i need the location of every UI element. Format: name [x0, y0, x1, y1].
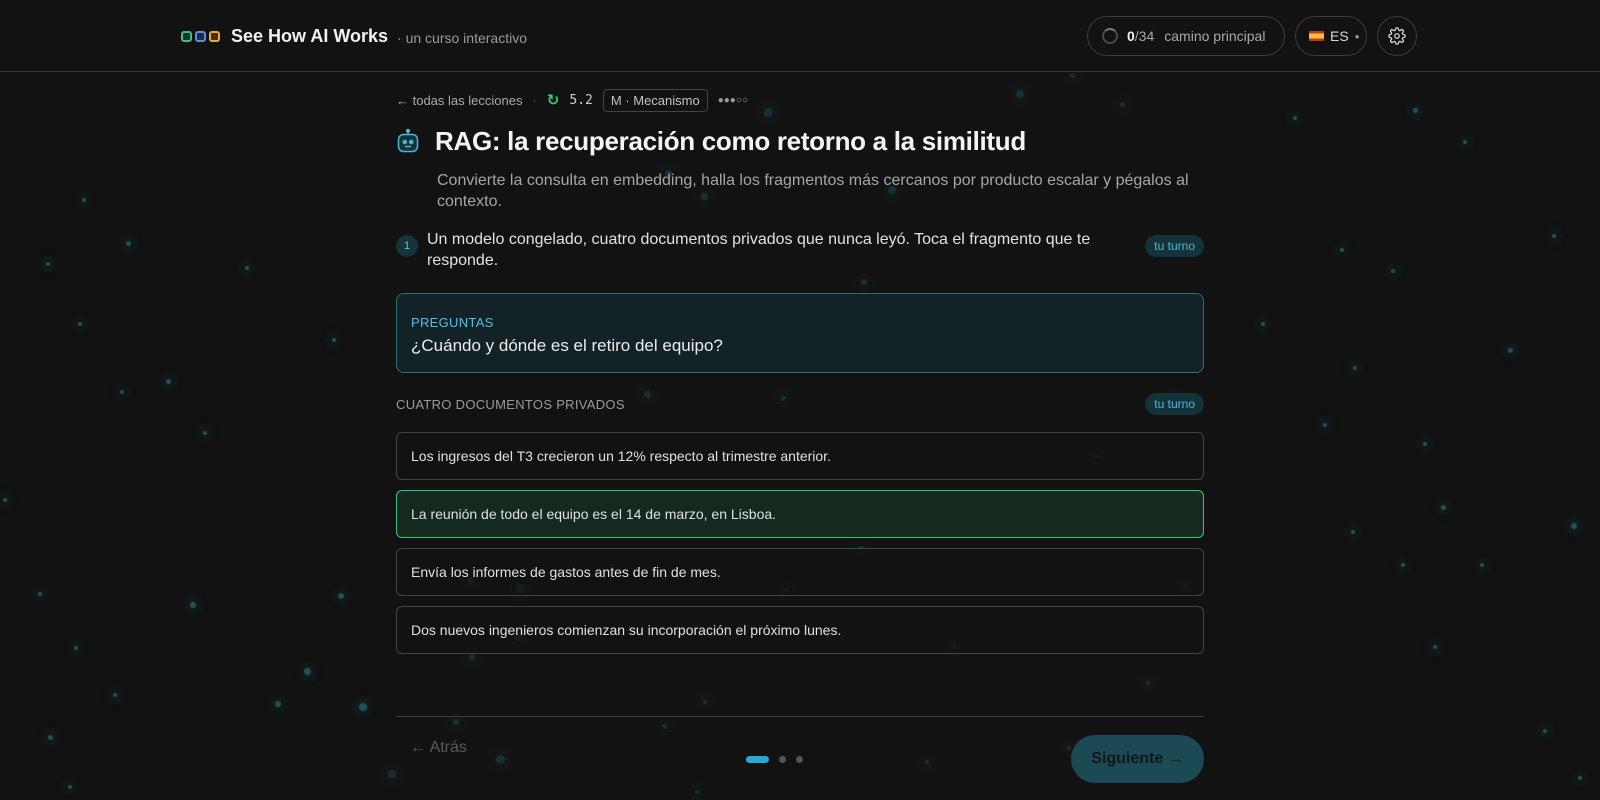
documents-turn-badge: tu turno [1145, 393, 1204, 415]
particle-dot [46, 262, 50, 266]
particle-dot [1440, 504, 1446, 510]
particle-dot [1543, 729, 1547, 733]
progress-pill[interactable]: 0 /34 camino principal [1087, 16, 1285, 56]
particle-dot [1391, 269, 1395, 273]
lesson-number: 5.2 [569, 92, 593, 108]
particle-dot [190, 602, 196, 608]
dropdown-dot-icon: ● [1354, 31, 1360, 41]
document-option[interactable]: Envía los informes de gastos antes de fi… [396, 548, 1204, 596]
language-selector[interactable]: ES ● [1295, 16, 1367, 56]
particle-dot [338, 593, 344, 599]
particle-dot [165, 378, 171, 384]
document-option-selected[interactable]: La reunión de todo el equipo es el 14 de… [396, 490, 1204, 538]
particle-dot [1507, 347, 1513, 353]
particle-dot [78, 322, 82, 326]
particle-dot [303, 667, 311, 675]
breadcrumb-separator: · [532, 92, 537, 108]
progress-total: /34 [1134, 28, 1155, 44]
particle-dot [113, 693, 117, 697]
settings-button[interactable] [1377, 16, 1417, 56]
back-button[interactable]: ← Atrás [410, 739, 467, 757]
your-turn-badge: tu turno [1145, 235, 1204, 257]
brand-dot-orange [209, 30, 220, 42]
particle-dot [47, 734, 53, 740]
particle-dot [203, 431, 207, 435]
progress-done: 0 [1127, 28, 1135, 44]
particle-dot [3, 498, 7, 502]
next-button[interactable]: Siguiente → [1071, 735, 1204, 783]
question-text: ¿Cuándo y dónde es el retiro del equipo? [411, 336, 723, 355]
brand-subtitle: · un curso interactivo [397, 29, 527, 46]
document-option[interactable]: Dos nuevos ingenieros comienzan su incor… [396, 606, 1204, 654]
particle-dot [1293, 116, 1297, 120]
particle-dot [1261, 322, 1265, 326]
documents-header: CUATRO DOCUMENTOS PRIVADOS tu turno [396, 392, 1204, 416]
particle-dot [1578, 776, 1582, 780]
step-pager [746, 756, 803, 763]
lesson-subtitle: Convierte la consulta en embedding, hall… [437, 172, 1189, 210]
progress-label: camino principal [1164, 28, 1266, 44]
document-option[interactable]: Los ingresos del T3 crecieron un 12% res… [396, 432, 1204, 480]
progress-ring-icon [1102, 28, 1118, 44]
particle-dot [1552, 234, 1556, 238]
brand[interactable]: See How AI Works · un curso interactivo [181, 22, 527, 50]
lesson-title: RAG: la recuperación como retorno a la s… [435, 126, 1026, 156]
difficulty-indicator: ●●●○○ [717, 94, 748, 106]
particle-dot [1463, 140, 1467, 144]
particle-dot [275, 701, 281, 707]
gear-icon [1388, 27, 1406, 45]
back-to-lessons-link[interactable]: ← todas las lecciones [396, 93, 522, 108]
lesson-header: RAG: la recuperación como retorno a la s… [396, 126, 1026, 157]
top-bar: See How AI Works · un curso interactivo … [0, 0, 1600, 72]
question-card: PREGUNTAS ¿Cuándo y dónde es el retiro d… [396, 293, 1204, 373]
particle-dot [1433, 645, 1437, 649]
step-text: Un modelo congelado, cuatro documentos p… [427, 231, 1091, 269]
brand-dot-blue [195, 30, 206, 42]
particle-dot [1423, 442, 1427, 446]
particle-dot [1401, 563, 1405, 567]
refresh-icon[interactable]: ↻ [547, 91, 560, 109]
lesson-panel: ← todas las lecciones · ↻ 5.2 M · Mecani… [374, 72, 1226, 800]
breadcrumb: ← todas las lecciones · ↻ 5.2 M · Mecani… [396, 88, 748, 112]
robot-icon [397, 128, 419, 152]
particle-dot [1412, 107, 1418, 113]
brand-logo-icon [181, 30, 220, 42]
particle-dot [332, 338, 336, 342]
footer-divider [396, 716, 1204, 717]
particle-dot [68, 785, 72, 789]
particle-dot [359, 703, 367, 711]
pager-dot-active[interactable] [746, 756, 769, 763]
language-label: ES [1330, 28, 1349, 44]
level-badge: M · Mecanismo [602, 88, 708, 112]
question-label: PREGUNTAS [411, 315, 494, 330]
brand-title: See How AI Works [231, 25, 389, 46]
pager-dot[interactable] [796, 756, 803, 763]
particle-dot [120, 390, 124, 394]
particle-dot [245, 266, 249, 270]
particle-dot [1571, 523, 1577, 529]
brand-dot-green [181, 30, 192, 42]
particle-dot [1340, 248, 1344, 252]
particle-dot [38, 592, 42, 596]
documents-label: CUATRO DOCUMENTOS PRIVADOS [396, 396, 625, 412]
particle-dot [125, 240, 131, 246]
step-instruction: 1 Un modelo congelado, cuatro documentos… [396, 229, 1204, 271]
step-number: 1 [396, 235, 418, 257]
particle-dot [1323, 423, 1327, 427]
particle-dot [82, 198, 86, 202]
particle-dot [74, 646, 78, 650]
pager-dot[interactable] [779, 756, 786, 763]
particle-dot [1480, 563, 1484, 567]
particle-dot [1351, 530, 1355, 534]
particle-dot [1353, 366, 1357, 370]
spain-flag-icon [1309, 31, 1324, 41]
